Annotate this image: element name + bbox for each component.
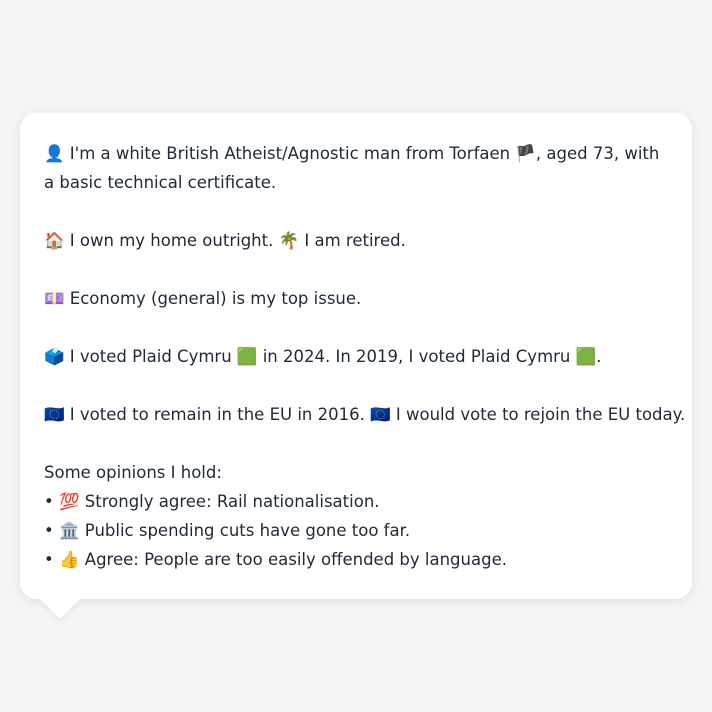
- home-text: I own my home outright.: [69, 231, 274, 250]
- issue-text: Economy (general) is my top issue.: [69, 289, 362, 308]
- wales-flag-icon: 🏴: [515, 144, 536, 163]
- eu-text: I voted to remain in the EU in 2016.: [69, 405, 365, 424]
- thumbs-up-icon: 👍: [58, 550, 80, 569]
- bullet: •: [44, 521, 54, 540]
- green-square-icon: 🟩: [236, 347, 258, 366]
- housing-line: 🏠 I own my home outright. 🌴 I am retired…: [44, 226, 668, 255]
- identity-line: 👤 I'm a white British Atheist/Agnostic m…: [44, 139, 668, 197]
- opinion-text: Strongly agree: Rail nationalisation.: [84, 492, 380, 511]
- bullet: •: [44, 492, 54, 511]
- bullet: •: [44, 550, 54, 569]
- opinion-text: Agree: People are too easily offended by…: [84, 550, 507, 569]
- house-icon: 🏠: [44, 231, 65, 250]
- list-item: • 👍 Agree: People are too easily offende…: [44, 545, 668, 574]
- opinions-heading: Some opinions I hold:: [44, 463, 222, 482]
- eu-flag-icon: 🇪🇺: [370, 405, 391, 424]
- vote-line: 🗳️ I voted Plaid Cymru 🟩 in 2024. In 201…: [44, 342, 668, 371]
- person-icon: 👤: [44, 144, 65, 163]
- opinion-text: Public spending cuts have gone too far.: [84, 521, 411, 540]
- ballot-box-icon: 🗳️: [44, 347, 65, 366]
- identity-text: I'm a white British Atheist/Agnostic man…: [69, 144, 511, 163]
- money-icon: 💷: [44, 289, 65, 308]
- classical-building-icon: 🏛️: [58, 521, 80, 540]
- hundred-points-icon: 💯: [58, 492, 80, 511]
- speech-bubble-tail: [40, 599, 80, 619]
- issue-line: 💷 Economy (general) is my top issue.: [44, 284, 668, 313]
- list-item: • 💯 Strongly agree: Rail nationalisation…: [44, 487, 668, 516]
- list-item: • 🏛️ Public spending cuts have gone too …: [44, 516, 668, 545]
- retired-text: I am retired.: [304, 231, 406, 250]
- palm-tree-icon: 🌴: [278, 231, 300, 250]
- vote-text: I voted Plaid Cymru: [69, 347, 232, 366]
- vote-text-end: .: [596, 347, 602, 366]
- profile-card: 👤 I'm a white British Atheist/Agnostic m…: [20, 113, 692, 599]
- eu-flag-icon: 🇪🇺: [44, 405, 65, 424]
- eu-text-rejoin: I would vote to rejoin the EU today.: [395, 405, 686, 424]
- vote-text-mid: in 2024. In 2019, I voted Plaid Cymru: [262, 347, 571, 366]
- green-square-icon: 🟩: [575, 347, 597, 366]
- eu-line: 🇪🇺 I voted to remain in the EU in 2016. …: [44, 400, 685, 429]
